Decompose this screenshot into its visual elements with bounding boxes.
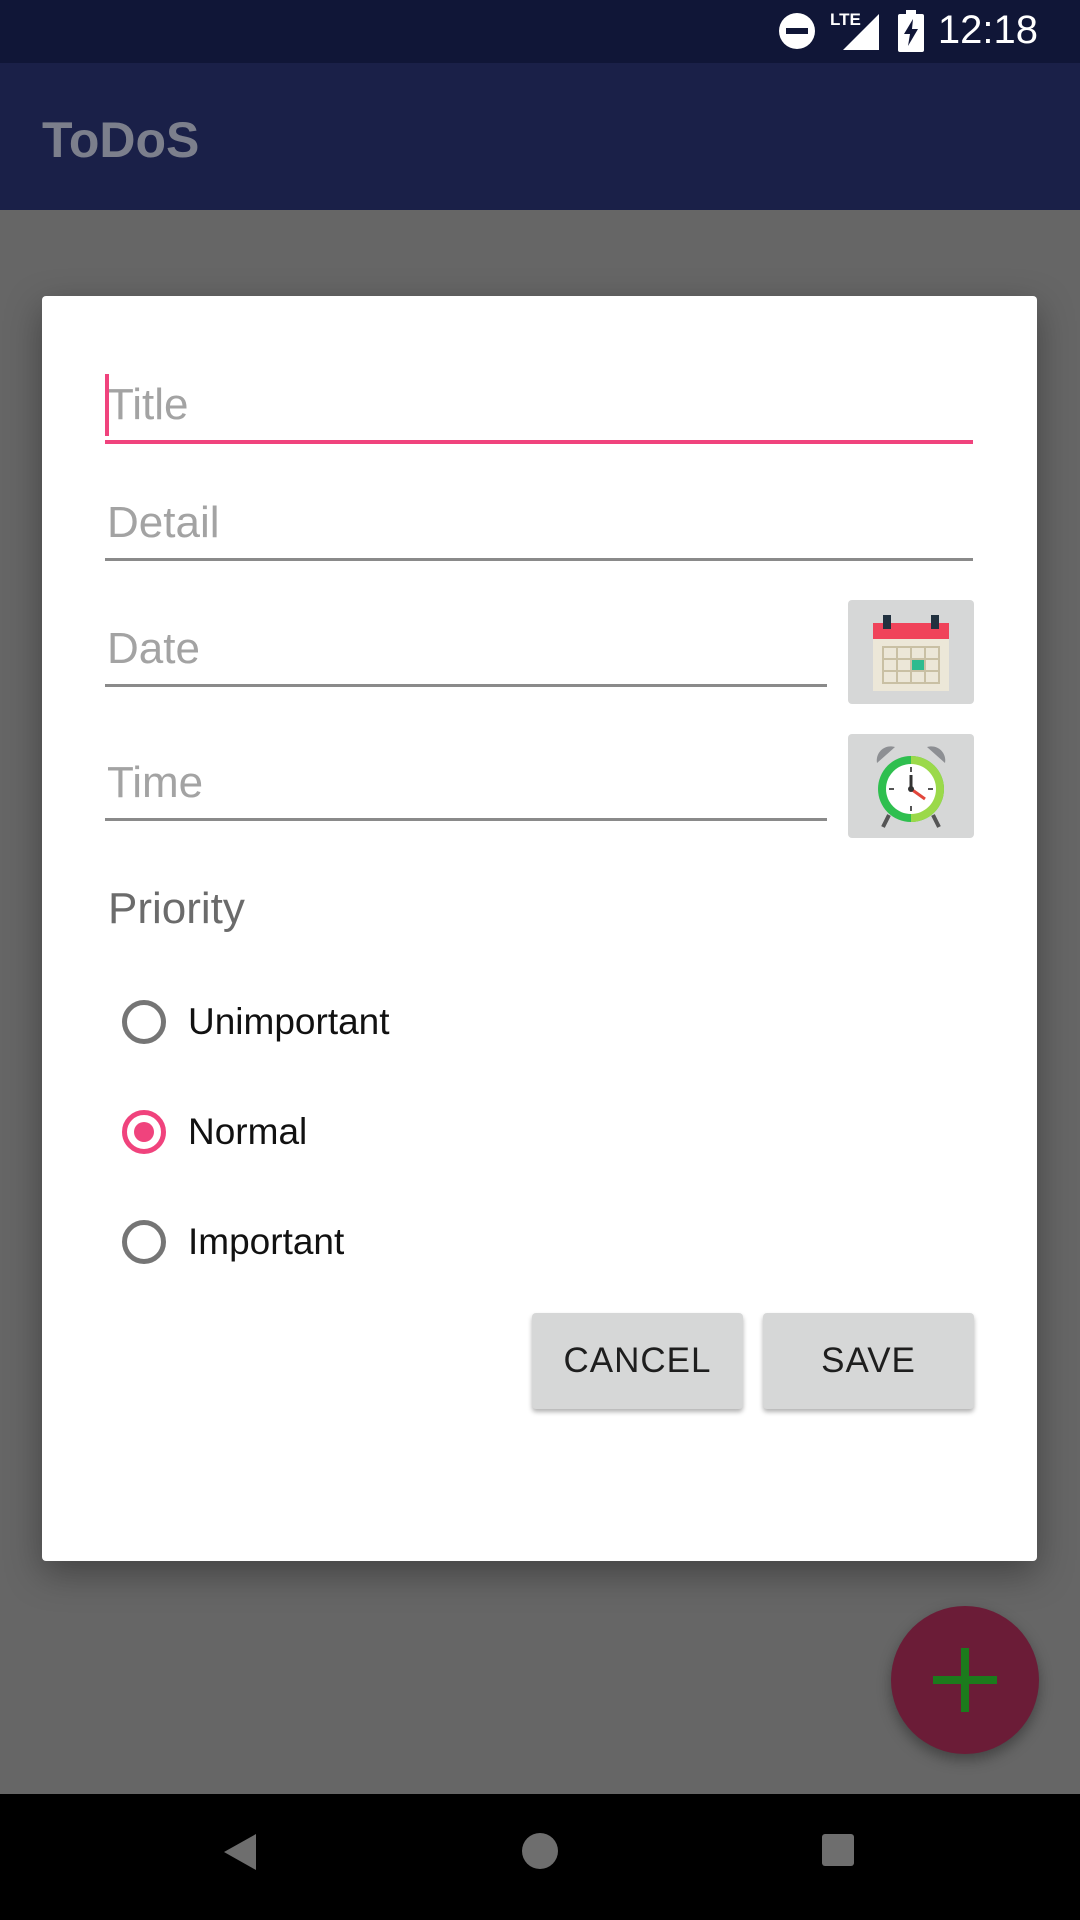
text-cursor [105,374,109,436]
date-input[interactable] [105,614,829,684]
add-todo-dialog: Priority Unimportant Normal Important CA… [42,296,1037,1561]
save-button[interactable]: SAVE [763,1313,974,1409]
plus-icon [933,1648,997,1712]
calendar-icon [873,615,949,691]
radio-label: Normal [188,1111,308,1152]
back-icon[interactable] [222,1832,258,1872]
alarm-clock-icon [876,746,946,828]
home-icon[interactable] [521,1832,559,1870]
pick-time-button[interactable] [848,734,974,838]
recents-icon[interactable] [820,1832,856,1868]
radio-label: Unimportant [188,1001,390,1042]
priority-option-normal[interactable]: Normal [122,1102,307,1162]
title-field[interactable] [105,370,975,444]
clock: 12:18 [937,8,1038,52]
radio-label: Important [188,1221,345,1262]
radio-normal[interactable] [122,1110,166,1154]
status-bar: LTE 12:18 [0,0,1080,63]
detail-input[interactable] [105,488,975,558]
radio-important[interactable] [122,1220,166,1264]
radio-unimportant[interactable] [122,1000,166,1044]
priority-label: Priority [108,884,245,933]
cancel-button[interactable]: CANCEL [532,1313,743,1409]
priority-option-unimportant[interactable]: Unimportant [122,992,390,1052]
app-title: ToDoS [42,112,200,168]
add-todo-fab[interactable] [891,1606,1039,1754]
date-field[interactable] [105,614,829,687]
navigation-bar [0,1794,1080,1920]
pick-date-button[interactable] [848,600,974,704]
detail-field[interactable] [105,488,975,561]
app-bar: ToDoS [0,63,1080,210]
do-not-disturb-icon [779,13,815,49]
battery-charging-icon [898,10,924,52]
title-input[interactable] [105,370,975,440]
time-input[interactable] [105,748,829,818]
signal-icon [843,14,879,50]
priority-option-important[interactable]: Important [122,1212,344,1272]
time-field[interactable] [105,748,829,821]
